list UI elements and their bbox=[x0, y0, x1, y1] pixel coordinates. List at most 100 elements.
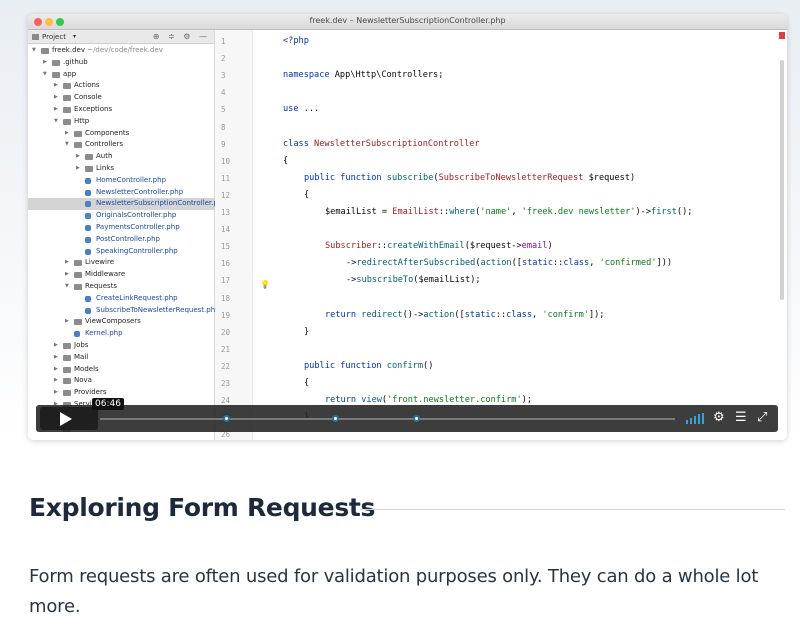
tree-item[interactable]: ▶ .github bbox=[28, 57, 215, 69]
chevron-right-icon[interactable]: ▶ bbox=[43, 57, 49, 69]
chevron-down-icon[interactable]: ▾ bbox=[73, 33, 76, 40]
tree-item[interactable]: NewsletterController.php bbox=[28, 187, 215, 199]
fullscreen-icon[interactable]: ⤢ bbox=[757, 410, 767, 426]
php-file-icon bbox=[85, 177, 91, 184]
tree-item[interactable]: NewsletterSubscriptionController.pl bbox=[28, 198, 220, 211]
error-marker-icon bbox=[779, 32, 785, 39]
tree-item-label: SubscribeToNewsletterRequest.php bbox=[96, 305, 220, 314]
tree-item[interactable]: PaymentsController.php bbox=[28, 222, 215, 234]
code-text: ->subscribeTo($emailList); bbox=[346, 275, 481, 286]
code-text: { bbox=[283, 155, 289, 166]
chevron-right-icon[interactable]: ▶ bbox=[65, 269, 71, 281]
tree-item[interactable]: HomeController.php bbox=[28, 175, 215, 187]
chapter-marker[interactable] bbox=[223, 415, 230, 422]
line-number: 9 bbox=[221, 139, 226, 149]
tree-item[interactable]: ▶ Middleware bbox=[28, 269, 215, 281]
chapter-marker[interactable] bbox=[412, 415, 420, 422]
chevron-right-icon[interactable]: ▶ bbox=[54, 92, 60, 104]
line-number: 12 bbox=[221, 190, 231, 200]
tree-item[interactable]: ▼ Requests bbox=[28, 281, 215, 293]
folder-icon bbox=[74, 260, 82, 267]
tree-item[interactable]: ▼ app bbox=[28, 69, 215, 81]
tree-item[interactable]: ▶ Livewire bbox=[28, 257, 215, 269]
chevron-right-icon[interactable]: ▶ bbox=[54, 80, 60, 92]
code-line: 19 return redirect()->action([static::cla… bbox=[215, 307, 787, 324]
play-icon bbox=[60, 412, 72, 426]
line-number: 15 bbox=[221, 242, 231, 252]
article-paragraph: Form requests are often used for validat… bbox=[29, 566, 759, 617]
tree-item[interactable]: ▶ Console bbox=[28, 92, 215, 104]
chevron-right-icon[interactable]: ▶ bbox=[65, 128, 71, 140]
code-line: 18 bbox=[215, 290, 787, 307]
code-text: { bbox=[304, 378, 310, 388]
tree-item[interactable]: ▶ Exceptions bbox=[28, 104, 215, 116]
volume-icon[interactable] bbox=[686, 413, 706, 424]
chevron-right-icon[interactable]: ▶ bbox=[76, 163, 82, 175]
chevron-right-icon[interactable]: ▶ bbox=[54, 375, 60, 387]
code-text: return redirect()->action([static::class… bbox=[325, 309, 605, 320]
chevron-down-icon[interactable]: ▼ bbox=[32, 45, 38, 57]
tree-item-label: NewsletterSubscriptionController.pl bbox=[96, 199, 220, 208]
video-player[interactable]: freek.dev – NewsletterSubscriptionContro… bbox=[28, 14, 787, 440]
chevron-right-icon[interactable]: ▶ bbox=[54, 387, 60, 399]
tree-item[interactable]: Kernel.php bbox=[28, 328, 215, 340]
chevron-right-icon[interactable]: ▶ bbox=[76, 151, 82, 163]
tree-item[interactable]: ▶ Mail bbox=[28, 352, 215, 364]
tree-item-label: .github bbox=[63, 57, 88, 66]
editor-scrollbar[interactable] bbox=[780, 60, 784, 300]
chevron-right-icon[interactable]: ▶ bbox=[65, 316, 71, 328]
tree-item[interactable]: ▶ Auth bbox=[28, 151, 215, 163]
tree-item-label: Mail bbox=[74, 352, 89, 361]
tree-item[interactable]: ▶ Jobs bbox=[28, 340, 215, 352]
code-text: $emailList = EmailList::where('name', 'f… bbox=[325, 207, 693, 217]
tree-item[interactable]: ▶ Components bbox=[28, 128, 215, 140]
tree-item[interactable]: ▶ Nova bbox=[28, 375, 215, 387]
chevron-right-icon[interactable]: ▶ bbox=[65, 257, 71, 269]
code-line: 13 $emailList = EmailList::where('name', … bbox=[215, 204, 787, 221]
tree-item-label: SpeakingController.php bbox=[96, 246, 178, 255]
tree-item[interactable]: ▼ Controllers bbox=[28, 139, 215, 151]
tree-item[interactable]: SpeakingController.php bbox=[28, 246, 215, 258]
window-titlebar: freek.dev – NewsletterSubscriptionContro… bbox=[28, 14, 787, 30]
chevron-right-icon[interactable]: ▶ bbox=[54, 104, 60, 116]
chevron-down-icon[interactable]: ▼ bbox=[65, 139, 71, 151]
code-line: 17 ->subscribeTo($emailList); 💡 bbox=[215, 272, 787, 289]
code-line: 11 public function subscribe(SubscribeToN… bbox=[215, 170, 787, 187]
tree-item-label: app bbox=[63, 69, 77, 78]
folder-icon bbox=[63, 378, 71, 385]
tree-item[interactable]: ▶ Actions bbox=[28, 80, 215, 92]
tree-item[interactable]: CreateLinkRequest.php bbox=[28, 293, 215, 305]
chevron-down-icon[interactable]: ▼ bbox=[65, 281, 71, 293]
code-line: 2 bbox=[215, 50, 787, 67]
chevron-right-icon[interactable]: ▶ bbox=[54, 364, 60, 376]
chevron-down-icon[interactable]: ▼ bbox=[43, 69, 49, 81]
progress-bar[interactable] bbox=[100, 415, 675, 422]
tree-item-label: Actions bbox=[74, 81, 100, 90]
line-number: 16 bbox=[221, 259, 231, 269]
php-file-icon bbox=[85, 213, 91, 220]
chevron-right-icon[interactable]: ▶ bbox=[54, 352, 60, 364]
settings-icon[interactable]: ⚙ bbox=[713, 410, 725, 426]
chevron-right-icon[interactable]: ▶ bbox=[54, 340, 60, 352]
tree-item[interactable]: ▶ Links bbox=[28, 163, 215, 175]
php-file-icon bbox=[85, 189, 91, 196]
chevron-down-icon[interactable]: ▼ bbox=[54, 116, 60, 128]
code-line: 12 { bbox=[215, 187, 787, 204]
chapters-icon[interactable]: ☰ bbox=[735, 410, 747, 426]
tree-item[interactable]: SubscribeToNewsletterRequest.php bbox=[28, 305, 220, 317]
tree-item-label: Controllers bbox=[85, 140, 124, 149]
tree-item[interactable]: OriginalsController.php bbox=[28, 210, 215, 222]
project-panel: Project ▾ ⊕ ≑ ⚙ — ▼ freek.dev ~/dev/code/… bbox=[28, 30, 220, 440]
line-number: 17 bbox=[221, 276, 231, 286]
tree-item[interactable]: ▼ freek.dev ~/dev/code/freek.dev bbox=[28, 45, 215, 57]
line-number: 4 bbox=[221, 88, 226, 98]
panel-tools-icons[interactable]: ⊕ ≑ ⚙ — bbox=[153, 32, 210, 41]
project-view-label[interactable]: Project bbox=[42, 33, 66, 41]
tree-item[interactable]: ▼ Http bbox=[28, 116, 215, 128]
code-editor[interactable]: 1 <?php 2 3 namespace App\Http\Controllers; 4… bbox=[215, 30, 787, 440]
tree-item[interactable]: PostController.php bbox=[28, 234, 215, 246]
tree-item[interactable]: ▶ ViewComposers bbox=[28, 316, 215, 328]
tree-item[interactable]: ▶ Models bbox=[28, 364, 215, 376]
chapter-marker[interactable] bbox=[332, 415, 340, 422]
play-button[interactable] bbox=[40, 407, 98, 430]
